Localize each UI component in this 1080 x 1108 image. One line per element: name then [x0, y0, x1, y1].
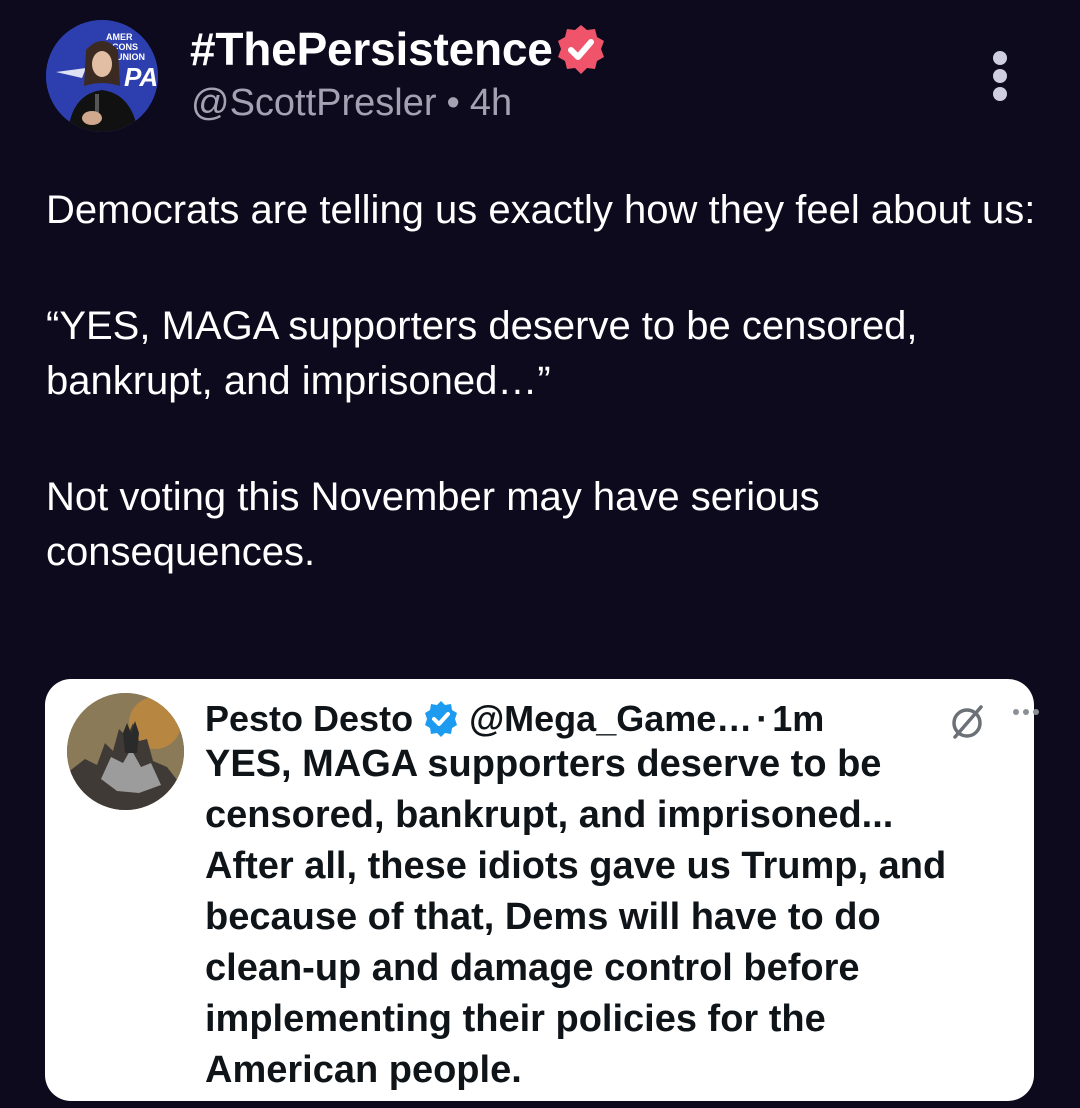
post-text-paragraph: Democrats are telling us exactly how the… — [46, 188, 1036, 232]
quoted-post-timestamp[interactable]: 1m — [772, 698, 824, 740]
verified-badge-icon — [558, 25, 604, 74]
avatar-photo — [67, 693, 184, 810]
author-display-name[interactable]: #ThePersistence — [190, 22, 553, 76]
post-timestamp[interactable]: 4h — [470, 82, 512, 124]
quoted-author-handle[interactable]: @Mega_Game… — [469, 698, 752, 740]
grok-icon[interactable] — [948, 701, 988, 741]
separator-dot: · — [756, 698, 769, 739]
svg-text:AMER: AMER — [106, 32, 133, 42]
avatar-photo: AMER CONS UNION PA — [46, 20, 158, 132]
post-text-paragraph: “YES, MAGA supporters deserve to be cens… — [46, 304, 918, 403]
more-horizontal-icon[interactable] — [1011, 705, 1041, 719]
post-header: AMER CONS UNION PA #ThePersistence @Scot… — [0, 0, 1080, 150]
author-handle[interactable]: @ScottPresler — [191, 82, 437, 124]
svg-text:UNION: UNION — [116, 52, 145, 62]
quoted-post-text: YES, MAGA supporters deserve to be censo… — [205, 743, 947, 1091]
quoted-author-avatar[interactable] — [67, 693, 184, 810]
quoted-author-name[interactable]: Pesto Desto — [205, 698, 413, 740]
verified-badge-icon — [425, 701, 458, 737]
separator-dot: • — [446, 82, 460, 124]
author-handle-row: @ScottPresler • 4h — [191, 82, 512, 125]
more-vertical-icon[interactable] — [984, 48, 1016, 108]
post-body: Democrats are telling us exactly how the… — [46, 183, 1046, 641]
quoted-post-card[interactable]: Pesto Desto @Mega_Game… · 1m YES, MAGA s… — [45, 679, 1039, 1101]
author-avatar[interactable]: AMER CONS UNION PA — [46, 20, 158, 132]
post-text-paragraph: Not voting this November may have seriou… — [46, 475, 820, 574]
svg-text:PA: PA — [124, 62, 158, 92]
